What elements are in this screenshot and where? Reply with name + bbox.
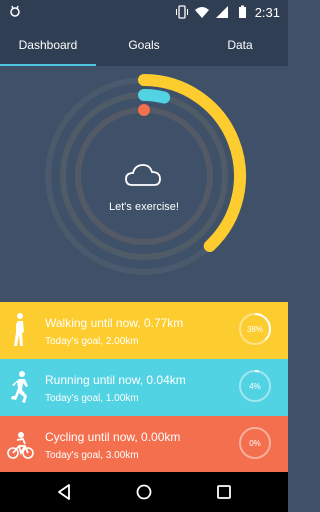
ring-arc-running [138,89,171,104]
running-icon [11,371,28,403]
activity-goal: Today's goal, 2.00km [45,336,139,347]
back-icon[interactable] [54,482,74,502]
home-icon[interactable] [134,482,154,502]
cycling-icon [7,432,34,459]
ring-dot-cycling [138,104,150,116]
tab-data[interactable]: Data [192,24,288,66]
progress-percent: 0% [249,438,261,448]
dashboard-message: Let's exercise! [109,201,179,213]
ring-track-running [60,92,228,260]
activity-goal: Today's goal, 3.00km [45,450,139,461]
dashboard-panel: Let's exercise! [0,66,288,302]
activity-card-cycling[interactable]: Cycling until now, 0.00km Today's goal, … [0,416,288,473]
vibrate-icon [175,5,188,19]
tab-goals[interactable]: Goals [96,24,192,66]
activity-card-running[interactable]: Running until now, 0.04km Today's goal, … [0,359,288,416]
wifi-icon [194,7,209,18]
notification-icon [10,5,20,17]
cloud-icon [125,164,161,186]
walking-icon [14,313,24,346]
activity-title: Cycling until now, 0.00km [45,430,181,444]
battery-icon [238,5,246,18]
progress-rings [45,74,246,275]
progress-percent: 38% [246,324,263,334]
activity-goal: Today's goal, 1.00km [45,393,139,404]
status-time: 2:31 [254,4,280,20]
tab-dashboard[interactable]: Dashboard [0,24,96,66]
recents-icon[interactable] [214,482,234,502]
system-nav-bar [0,472,288,512]
ring-track-cycling [75,107,213,245]
activity-card-walking[interactable]: Walking until now, 0.77km Today's goal, … [0,302,288,359]
tab-bar: Dashboard Goals Data [0,24,288,66]
activity-title: Running until now, 0.04km [45,373,186,387]
status-bar: 2:31 [0,0,288,24]
activity-title: Walking until now, 0.77km [45,316,184,330]
signal-icon [215,6,228,18]
progress-percent: 4% [249,381,261,391]
